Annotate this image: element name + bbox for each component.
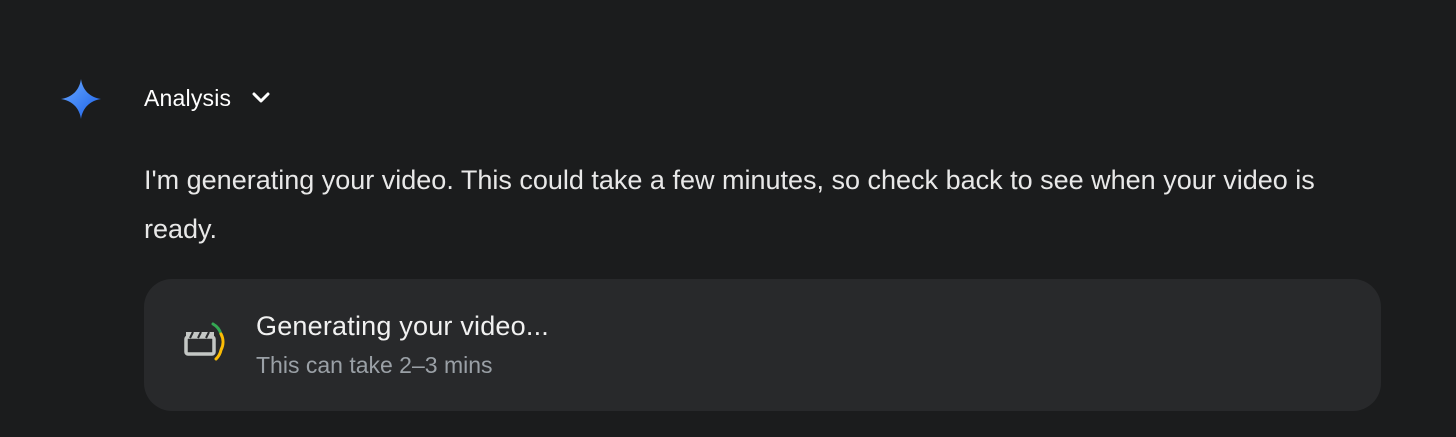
analysis-toggle[interactable]: Analysis (144, 80, 273, 116)
progress-title: Generating your video... (256, 311, 549, 341)
model-response: Analysis I'm generating your video. This… (0, 0, 1456, 437)
clapperboard-icon (184, 322, 225, 361)
video-progress-card (144, 279, 1381, 411)
progress-subtitle: This can take 2–3 mins (256, 352, 493, 378)
analysis-label: Analysis (144, 84, 232, 111)
response-message: I'm generating your video. This could ta… (144, 165, 1315, 244)
gemini-sparkle-icon (61, 79, 101, 119)
chevron-down-icon[interactable] (249, 86, 273, 110)
